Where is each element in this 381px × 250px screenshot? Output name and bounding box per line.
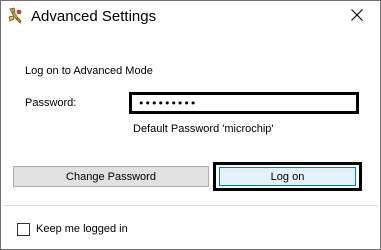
log-on-button-focus-ring[interactable]: Log on (213, 162, 362, 191)
dialog-content: Log on to Advanced Mode Password: Defaul… (1, 32, 380, 249)
close-button[interactable] (334, 1, 380, 31)
keep-logged-in-row[interactable]: Keep me logged in (17, 221, 128, 237)
app-icon (7, 7, 23, 25)
close-icon (351, 8, 363, 24)
window-title: Advanced Settings (31, 8, 157, 25)
default-password-hint: Default Password 'microchip' (133, 123, 274, 135)
advanced-settings-dialog: Advanced Settings Log on to Advanced Mod… (0, 0, 381, 250)
login-heading: Log on to Advanced Mode (25, 65, 153, 77)
password-label: Password: (25, 97, 77, 109)
change-password-button[interactable]: Change Password (13, 166, 209, 187)
log-on-button[interactable]: Log on (219, 167, 356, 186)
password-input[interactable] (138, 96, 338, 110)
divider (3, 205, 378, 206)
keep-logged-in-checkbox[interactable] (17, 222, 30, 236)
password-field[interactable] (129, 92, 359, 114)
title-bar[interactable]: Advanced Settings (1, 1, 380, 32)
keep-logged-in-label[interactable]: Keep me logged in (36, 223, 128, 235)
